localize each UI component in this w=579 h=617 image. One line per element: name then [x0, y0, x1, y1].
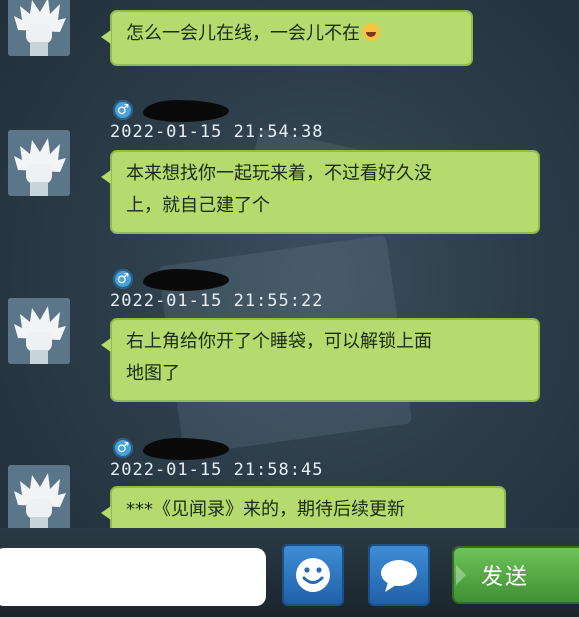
message-text: 本来想找你一起玩来着，不过看好久没: [126, 163, 432, 184]
emoji-button[interactable]: [282, 544, 344, 606]
avatar[interactable]: [8, 465, 70, 528]
avatar[interactable]: [8, 130, 70, 196]
message-text: ***《见闻录》来的，期待后续更新: [126, 499, 405, 520]
timestamp: 2022-01-15 21:58:45: [110, 460, 324, 480]
message-text: 地图了: [126, 363, 180, 384]
message-input[interactable]: [0, 548, 266, 606]
message-text: 上，就自己建了个: [126, 195, 270, 216]
redacted-username: [143, 100, 229, 122]
message-bubble[interactable]: 本来想找你一起玩来着，不过看好久没 上，就自己建了个: [101, 150, 540, 234]
quick-chat-button[interactable]: [368, 544, 430, 606]
message-bubble[interactable]: 右上角给你开了个睡袋，可以解锁上面 地图了: [101, 318, 540, 402]
chat-messages[interactable]: 怎么一会儿在线，一会儿不在 ♂ 2022-01-15 21:54:38 本来想找…: [0, 0, 579, 528]
redacted-username: [143, 438, 229, 460]
smiley-icon: [296, 558, 330, 592]
send-button[interactable]: 发送: [452, 546, 579, 604]
laughing-crying-emoji-icon: [362, 23, 380, 41]
avatar[interactable]: [8, 0, 70, 56]
male-gender-icon: ♂: [113, 269, 133, 289]
arrow-right-icon: [456, 565, 466, 585]
male-gender-icon: ♂: [113, 100, 133, 120]
male-gender-icon: ♂: [113, 438, 133, 458]
input-bar: 发送: [0, 528, 579, 617]
redacted-username: [143, 269, 229, 291]
speech-bubble-icon: [381, 560, 417, 592]
avatar[interactable]: [8, 298, 70, 364]
message-bubble[interactable]: ***《见闻录》来的，期待后续更新: [101, 486, 506, 528]
timestamp: 2022-01-15 21:55:22: [110, 291, 324, 311]
message-text: 怎么一会儿在线，一会儿不在: [126, 23, 360, 44]
send-label: 发送: [480, 565, 529, 590]
timestamp: 2022-01-15 21:54:38: [110, 122, 324, 142]
message-text: 右上角给你开了个睡袋，可以解锁上面: [126, 331, 432, 352]
message-bubble[interactable]: 怎么一会儿在线，一会儿不在: [101, 10, 473, 66]
